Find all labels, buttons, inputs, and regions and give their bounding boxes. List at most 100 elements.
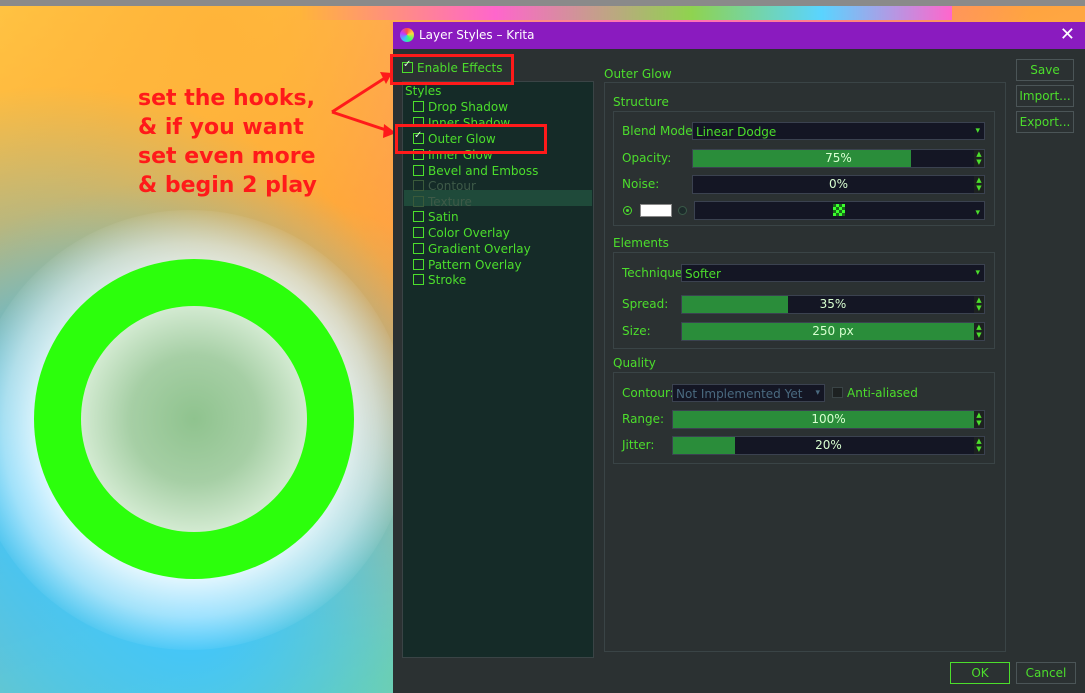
noise-slider[interactable]: 0% ▲ ▼ [692, 175, 985, 194]
settings-panel: Structure Blend Mode: Linear Dodge ▾ Opac… [604, 82, 1006, 652]
technique-label: Technique: [622, 266, 687, 280]
styles-list: Styles Drop Shadow Inner Shadow Outer Gl… [402, 81, 594, 658]
chevron-down-icon: ▾ [975, 208, 980, 218]
contour-select: Not Implemented Yet ▾ [672, 384, 825, 402]
size-label: Size: [622, 324, 651, 338]
checkbox-icon [413, 211, 424, 222]
spin-arrows-icon[interactable]: ▲ ▼ [974, 323, 984, 340]
size-slider[interactable]: 250 px ▲ ▼ [681, 322, 985, 341]
opacity-slider[interactable]: 75% ▲ ▼ [692, 149, 985, 168]
elements-group: Technique: Softer ▾ Spread: 35% ▲ ▼ Size: … [613, 252, 995, 349]
section-title: Outer Glow [604, 67, 672, 81]
checkbox-icon [413, 274, 424, 285]
technique-select[interactable]: Softer ▾ [681, 264, 985, 282]
jitter-value: 20% [815, 438, 842, 452]
spread-slider[interactable]: 35% ▲ ▼ [681, 295, 985, 314]
gradient-select[interactable]: ▾ [694, 201, 985, 220]
style-item-drop-shadow[interactable]: Drop Shadow [413, 100, 508, 114]
spin-arrows-icon[interactable]: ▲ ▼ [974, 176, 984, 193]
quality-title: Quality [613, 356, 656, 370]
annotation-box-outer-glow [395, 124, 547, 154]
anti-aliased-label: Anti-aliased [847, 386, 918, 400]
anti-aliased-checkbox[interactable]: Anti-aliased [832, 386, 918, 400]
checkbox-icon [413, 259, 424, 270]
style-item-stroke[interactable]: Stroke [413, 273, 466, 287]
noise-value: 0% [828, 177, 849, 191]
jitter-label: Jitter: [622, 438, 655, 452]
annotation-line: & if you want [138, 115, 304, 140]
close-icon[interactable]: ✕ [1060, 24, 1075, 45]
dialog-titlebar: Layer Styles – Krita ✕ [393, 22, 1085, 49]
elements-title: Elements [613, 236, 669, 250]
chevron-down-icon: ▾ [975, 126, 980, 136]
export-button[interactable]: Export... [1016, 111, 1074, 133]
style-item-texture: Texture [413, 195, 472, 209]
style-label: Bevel and Emboss [428, 164, 539, 178]
checkbox-icon [832, 387, 843, 398]
checkbox-icon [413, 165, 424, 176]
contour-label: Contour: [622, 386, 674, 400]
opacity-value: 75% [825, 151, 852, 165]
checkbox-icon [413, 243, 424, 254]
checkbox-icon [413, 180, 424, 191]
annotation-box-enable-effects [390, 54, 514, 85]
color-swatch[interactable] [640, 204, 672, 217]
structure-group: Blend Mode: Linear Dodge ▾ Opacity: 75% ▲… [613, 111, 995, 226]
style-item-color-overlay[interactable]: Color Overlay [413, 226, 510, 240]
noise-label: Noise: [622, 177, 660, 191]
style-item-gradient-overlay[interactable]: Gradient Overlay [413, 242, 531, 256]
structure-title: Structure [613, 95, 669, 109]
annotation-line: set the hooks, [138, 86, 315, 111]
style-item-pattern-overlay[interactable]: Pattern Overlay [413, 258, 522, 272]
style-item-satin[interactable]: Satin [413, 210, 459, 224]
style-label: Drop Shadow [428, 100, 509, 114]
blend-mode-value: Linear Dodge [696, 125, 777, 139]
size-value: 250 px [812, 324, 854, 338]
checkbox-icon [413, 101, 424, 112]
spin-arrows-icon[interactable]: ▲ ▼ [974, 437, 984, 454]
annotation-line: set even more [138, 144, 316, 169]
blend-mode-select[interactable]: Linear Dodge ▾ [692, 122, 985, 140]
ok-button[interactable]: OK [950, 662, 1010, 684]
contour-value: Not Implemented Yet [676, 387, 803, 401]
color-radio[interactable] [623, 206, 632, 215]
krita-app-icon [400, 28, 414, 42]
annotation-line: & begin 2 play [138, 173, 317, 198]
chevron-down-icon: ▾ [975, 268, 980, 278]
blend-mode-label: Blend Mode: [622, 124, 697, 138]
range-label: Range: [622, 412, 665, 426]
style-label: Gradient Overlay [428, 242, 531, 256]
quality-group: Contour: Not Implemented Yet ▾ Anti-alias… [613, 372, 995, 464]
ring-center [81, 306, 307, 532]
range-slider[interactable]: 100% ▲ ▼ [672, 410, 985, 429]
styles-header: Styles [405, 84, 442, 98]
cancel-button[interactable]: Cancel [1016, 662, 1076, 684]
style-label: Color Overlay [428, 226, 510, 240]
canvas-top-strip [300, 6, 952, 20]
dialog-title: Layer Styles – Krita [419, 28, 535, 42]
gradient-radio[interactable] [678, 206, 687, 215]
spin-arrows-icon[interactable]: ▲ ▼ [974, 150, 984, 167]
style-label: Pattern Overlay [428, 258, 522, 272]
checkbox-icon [413, 227, 424, 238]
style-label: Satin [428, 210, 459, 224]
spread-value: 35% [819, 297, 847, 311]
import-button[interactable]: Import... [1016, 85, 1074, 107]
spin-arrows-icon[interactable]: ▲ ▼ [974, 411, 984, 428]
opacity-label: Opacity: [622, 151, 672, 165]
style-label: Stroke [428, 273, 467, 287]
spin-arrows-icon[interactable]: ▲ ▼ [974, 296, 984, 313]
chevron-down-icon: ▾ [815, 388, 820, 398]
style-item-contour: Contour [413, 179, 476, 193]
save-as-button[interactable]: Save as... [1016, 59, 1074, 97]
gradient-preview-icon [833, 204, 845, 216]
checkbox-icon [413, 196, 424, 207]
technique-value: Softer [685, 267, 721, 281]
range-value: 100% [811, 412, 846, 426]
jitter-slider[interactable]: 20% ▲ ▼ [672, 436, 985, 455]
annotation-text: set the hooks, & if you want set even mo… [138, 84, 317, 200]
spread-label: Spread: [622, 297, 669, 311]
style-item-bevel-emboss[interactable]: Bevel and Emboss [413, 164, 538, 178]
layer-styles-dialog: Layer Styles – Krita ✕ Enable Effects St… [390, 22, 1085, 693]
style-label: Texture [428, 195, 472, 209]
